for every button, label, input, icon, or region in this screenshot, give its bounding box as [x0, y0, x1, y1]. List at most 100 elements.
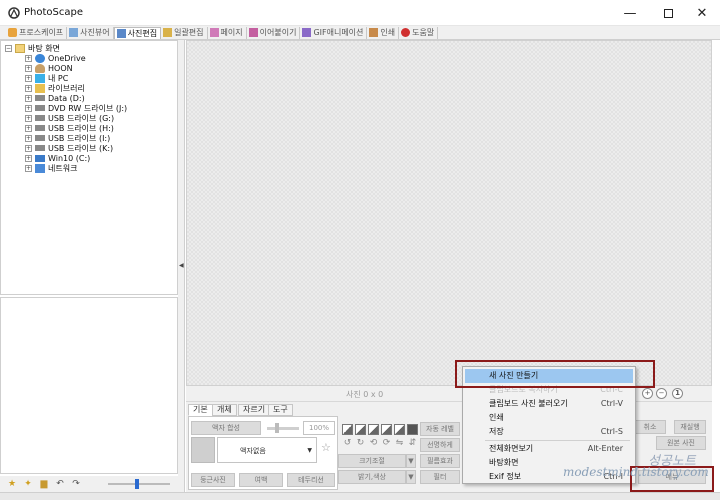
tooltab-basic[interactable]: 기본: [188, 404, 213, 416]
rotate-right-icon[interactable]: ↻: [355, 438, 366, 449]
tree-item-drive-g[interactable]: + USB 드라이브 (G:): [25, 113, 114, 123]
frame-zoom-value[interactable]: 100%: [303, 421, 335, 435]
expand-icon[interactable]: +: [25, 64, 32, 72]
frame-preview: [191, 437, 215, 463]
expand-icon[interactable]: +: [25, 74, 32, 82]
folder-icon[interactable]: ▆: [38, 478, 50, 490]
tab-photoscape[interactable]: 프로스케이프: [6, 26, 68, 39]
tree-item-drive-h[interactable]: + USB 드라이브 (H:): [25, 123, 114, 133]
tab-gif[interactable]: GIF애니메이션: [300, 26, 368, 39]
redo-button[interactable]: 재실행: [674, 420, 706, 434]
tree-item-hoon[interactable]: + HOON: [25, 63, 73, 73]
frame-slider-thumb[interactable]: [275, 423, 279, 433]
rotate-angle-icon[interactable]: ⟳: [381, 438, 392, 449]
expand-icon[interactable]: +: [25, 154, 32, 162]
expand-icon[interactable]: +: [25, 134, 32, 142]
expand-icon[interactable]: +: [25, 164, 32, 172]
frame-slider[interactable]: [267, 427, 299, 430]
close-button[interactable]: ✕: [684, 0, 720, 26]
collapse-left-icon[interactable]: ◀: [179, 262, 184, 269]
minimize-icon: —: [623, 5, 637, 21]
tree-item-desktop[interactable]: − 바탕 화면: [5, 43, 60, 53]
brightness-dropdown-icon[interactable]: ▼: [406, 470, 416, 484]
star-add-icon[interactable]: ✦: [22, 478, 34, 490]
menu-item-save[interactable]: 저장 Ctrl-S: [465, 425, 633, 439]
home-icon: [8, 28, 17, 37]
expand-icon[interactable]: +: [25, 114, 32, 122]
undo-arrow-icon[interactable]: ↶: [54, 478, 66, 490]
expand-icon[interactable]: +: [25, 124, 32, 132]
tree-item-drive-c[interactable]: + Win10 (C:): [25, 153, 90, 163]
flip-vertical-icon[interactable]: ⇵: [407, 438, 418, 449]
frame-compose-button[interactable]: 액자 합성: [191, 421, 261, 435]
cloud-icon: [35, 53, 45, 63]
expand-icon[interactable]: +: [25, 144, 32, 152]
resize-dropdown-icon[interactable]: ▼: [406, 454, 416, 468]
rotate-left-icon[interactable]: ↺: [342, 438, 353, 449]
straighten-icon[interactable]: [394, 424, 405, 435]
help-icon: [401, 28, 411, 37]
minimize-button[interactable]: —: [612, 0, 648, 26]
margin-button[interactable]: 여백: [239, 473, 283, 487]
tree-item-drive-k[interactable]: + USB 드라이브 (K:): [25, 143, 113, 153]
filter-button[interactable]: 필터: [420, 470, 460, 484]
maximize-button[interactable]: [650, 0, 686, 26]
image-canvas[interactable]: [186, 40, 712, 386]
tree-item-pc[interactable]: + 내 PC: [25, 73, 68, 83]
menu-item-print[interactable]: 인쇄: [465, 411, 633, 425]
zoom-out-icon[interactable]: −: [656, 388, 667, 399]
flip-horizontal-icon[interactable]: ⇋: [394, 438, 405, 449]
expand-icon[interactable]: +: [25, 54, 32, 62]
frame-select[interactable]: 액자없음 ▼: [217, 437, 317, 463]
panel-splitter[interactable]: ◀: [178, 40, 185, 492]
menu-item-paste-clipboard[interactable]: 클립보드 사진 불러오기 Ctrl-V: [465, 397, 633, 411]
tab-batch[interactable]: 일괄편집: [161, 26, 208, 39]
thumbnail-zoom-slider[interactable]: [108, 483, 170, 485]
tab-page[interactable]: 페이지: [208, 26, 247, 39]
tree-item-onedrive[interactable]: + OneDrive: [25, 53, 86, 63]
tab-viewer[interactable]: 사진뷰어: [67, 26, 114, 39]
undo-button[interactable]: 취소: [634, 420, 666, 434]
tooltab-tools[interactable]: 도구: [268, 404, 293, 416]
fill-icon[interactable]: [407, 424, 418, 435]
auto-level-button[interactable]: 자동 레벨: [420, 422, 460, 436]
folder-tree[interactable]: − 바탕 화면 + OneDrive + HOON + 내 PC + 라이브러리…: [0, 40, 178, 295]
tree-item-library[interactable]: + 라이브러리: [25, 83, 85, 93]
original-photo-button[interactable]: 원본 사진: [656, 436, 706, 450]
tree-item-network[interactable]: + 네트워크: [25, 163, 77, 173]
zoom-in-icon[interactable]: +: [642, 388, 653, 399]
flip-icon[interactable]: [381, 424, 392, 435]
sharpen-button[interactable]: 선명하게: [420, 438, 460, 452]
actual-size-icon[interactable]: 1: [672, 388, 683, 399]
tab-print[interactable]: 인쇄: [367, 26, 400, 39]
tab-combine[interactable]: 이어붙이기: [247, 26, 301, 39]
rotate-icon[interactable]: [342, 424, 353, 435]
tooltab-object[interactable]: 개체: [212, 404, 237, 416]
resize-button[interactable]: 크기조절: [338, 454, 406, 468]
tree-item-drive-d[interactable]: + Data (D:): [25, 93, 85, 103]
tree-item-drive-j[interactable]: + DVD RW 드라이브 (J:): [25, 103, 127, 113]
favorite-star-icon[interactable]: ☆: [321, 441, 331, 454]
thumbnail-panel[interactable]: [0, 297, 178, 474]
expand-icon[interactable]: +: [25, 94, 32, 102]
tree-item-drive-i[interactable]: + USB 드라이브 (I:): [25, 133, 110, 143]
rotate-icon[interactable]: [355, 424, 366, 435]
expand-icon[interactable]: +: [25, 84, 32, 92]
pc-icon: [35, 73, 45, 83]
redo-arrow-icon[interactable]: ↷: [70, 478, 82, 490]
border-line-button[interactable]: 테두리선: [287, 473, 335, 487]
collapse-icon[interactable]: −: [5, 44, 12, 52]
slider-thumb[interactable]: [135, 479, 139, 489]
film-effect-button[interactable]: 필름효과: [420, 454, 460, 468]
flip-icon[interactable]: [368, 424, 379, 435]
round-photo-button[interactable]: 둥근사진: [191, 473, 235, 487]
tooltab-crop[interactable]: 자르기: [238, 404, 271, 416]
viewer-icon: [69, 28, 79, 37]
brightness-color-button[interactable]: 밝기,색상: [338, 470, 406, 484]
tab-help[interactable]: 도움말: [399, 26, 439, 39]
expand-icon[interactable]: +: [25, 104, 32, 112]
menu-item-fullscreen[interactable]: 전체화면보기 Alt-Enter: [465, 442, 633, 456]
star-icon[interactable]: ★: [6, 478, 18, 490]
tab-editor[interactable]: 사진편집: [113, 26, 162, 39]
rotate-angle-icon[interactable]: ⟲: [368, 438, 379, 449]
